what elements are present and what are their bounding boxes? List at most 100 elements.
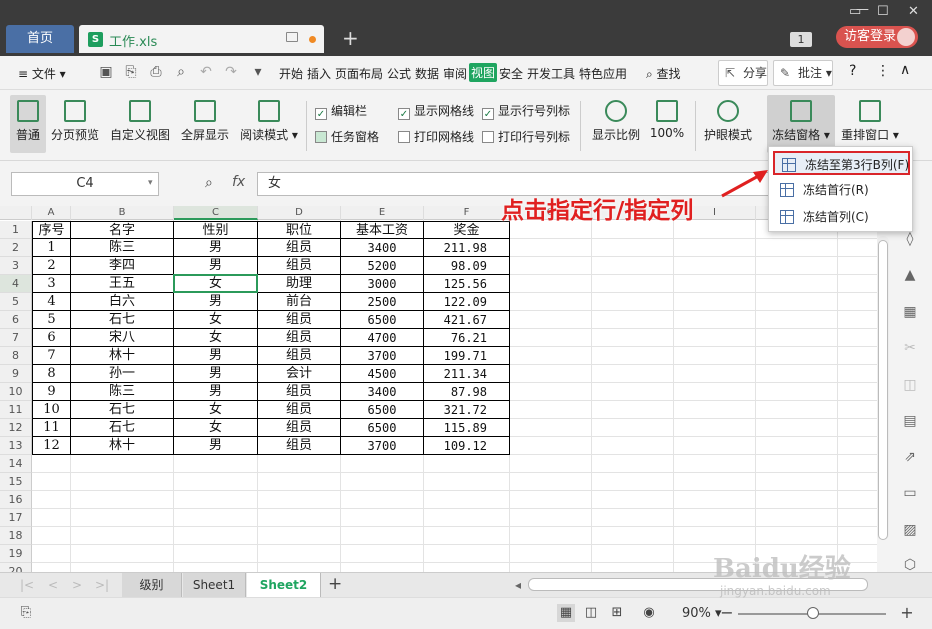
table-cell[interactable]: 6500 [341,311,424,329]
table-cell[interactable]: 组员 [258,311,341,329]
table-cell[interactable]: 3400 [341,383,424,401]
row-header-15[interactable]: 15 [0,473,32,491]
show-grid-checkbox[interactable]: ✓ 显示网格线 [398,102,474,120]
row-header-4[interactable]: 4 [0,275,32,293]
document-icon[interactable]: ▤ [901,412,919,430]
row-header-5[interactable]: 5 [0,293,32,311]
menu-item-data[interactable]: 数据 [415,65,439,82]
zoom-ratio-button[interactable]: 显示比例 [590,95,642,153]
menu-item-page-layout[interactable]: 页面布局 [335,65,383,82]
minimize-button[interactable]: — [856,2,869,17]
scroll-left-icon[interactable]: ◂ [515,578,521,592]
table-cell[interactable]: 女 [174,401,258,419]
table-cell[interactable]: 林十 [71,437,174,455]
table-icon[interactable]: ▦ [901,303,919,321]
table-cell[interactable]: 4700 [341,329,424,347]
menu-item-start[interactable]: 开始 [279,65,303,82]
row-header-12[interactable]: 12 [0,419,32,437]
add-sheet-button[interactable]: + [328,574,342,594]
column-title-cell[interactable]: 名字 [71,221,174,239]
table-cell[interactable]: 组员 [258,383,341,401]
column-title-cell[interactable]: 序号 [32,221,71,239]
window-count-badge[interactable]: 1 [790,32,812,47]
collapse-ribbon-button[interactable]: ∧ [900,62,910,78]
table-cell[interactable]: 陈三 [71,383,174,401]
row-header-10[interactable]: 10 [0,383,32,401]
table-cell[interactable]: 6500 [341,419,424,437]
custom-view-button[interactable]: 自定义视图 [109,95,171,153]
row-header-6[interactable]: 6 [0,311,32,329]
table-cell[interactable]: 组员 [258,239,341,257]
select-all-corner[interactable] [0,206,32,220]
table-cell[interactable]: 宋八 [71,329,174,347]
menu-item-security[interactable]: 安全 [499,65,523,82]
row-header-1[interactable]: 1 [0,221,32,239]
freeze-to-cell-option[interactable]: 冻结至第3行B列(F) [773,151,910,175]
table-cell[interactable]: 5 [32,311,71,329]
table-cell[interactable]: 421.67 [424,311,510,329]
save-icon[interactable]: ▣ [98,64,114,80]
table-cell[interactable]: 87.98 [424,383,510,401]
more-options-button[interactable]: ⋮ [876,63,890,79]
row-header-13[interactable]: 13 [0,437,32,455]
row-header-16[interactable]: 16 [0,491,32,509]
quick-access-more-icon[interactable]: ▾ [250,64,266,80]
vertical-scrollbar[interactable] [877,236,889,540]
table-cell[interactable]: 10 [32,401,71,419]
table-cell[interactable]: 组员 [258,347,341,365]
table-cell[interactable]: 8 [32,365,71,383]
menu-item-developer[interactable]: 开发工具 [527,65,575,82]
table-cell[interactable]: 115.89 [424,419,510,437]
page-layout-icon[interactable]: ◫ [582,604,600,622]
insert-function-button[interactable]: fx [232,174,245,190]
menu-item-special[interactable]: 特色应用 [579,65,627,82]
table-cell[interactable]: 组员 [258,257,341,275]
table-cell[interactable]: 前台 [258,293,341,311]
table-cell[interactable]: 109.12 [424,437,510,455]
table-cell[interactable]: 3700 [341,437,424,455]
table-cell[interactable]: 林十 [71,347,174,365]
table-cell[interactable]: 125.56 [424,275,510,293]
row-header-9[interactable]: 9 [0,365,32,383]
row-header-7[interactable]: 7 [0,329,32,347]
zoom-slider-handle[interactable] [807,607,819,619]
table-cell[interactable]: 2500 [341,293,424,311]
spreadsheet-grid[interactable]: ABCDEFGHIJK 1234567891011121314151617181… [0,206,920,581]
page-break-preview-button[interactable]: 分页预览 [50,95,100,153]
table-cell[interactable]: 女 [174,329,258,347]
column-title-cell[interactable]: 性别 [174,221,258,239]
menu-item-review[interactable]: 审阅 [443,65,467,82]
table-cell[interactable]: 3400 [341,239,424,257]
task-pane-checkbox[interactable]: 任务窗格 [315,128,379,145]
column-title-cell[interactable]: 奖金 [424,221,510,239]
file-menu[interactable]: ≡ 文件 ▾ [18,65,66,82]
freeze-first-row-option[interactable]: 冻结首行(R) [773,178,910,202]
row-header-18[interactable]: 18 [0,527,32,545]
table-cell[interactable]: 2 [32,257,71,275]
table-cell[interactable]: 11 [32,419,71,437]
table-cell[interactable]: 6 [32,329,71,347]
table-cell[interactable]: 女 [174,311,258,329]
zoom-out-button[interactable]: − [718,604,736,622]
share-out-icon[interactable]: ⇗ [901,448,919,466]
table-cell[interactable]: 石七 [71,311,174,329]
table-cell[interactable]: 5200 [341,257,424,275]
table-cell[interactable]: 组员 [258,419,341,437]
table-cell[interactable]: 组员 [258,401,341,419]
row-header-17[interactable]: 17 [0,509,32,527]
last-sheet-icon[interactable]: >| [95,578,109,592]
normal-view-icon[interactable]: ▦ [557,604,575,622]
backup-icon[interactable]: ◫ [901,376,919,394]
styles-icon[interactable]: ▲ [901,266,919,284]
zoom-in-button[interactable]: + [898,604,916,622]
table-cell[interactable]: 男 [174,293,258,311]
page-break-view-icon[interactable]: ⊞ [608,604,626,622]
table-cell[interactable]: 孙一 [71,365,174,383]
freeze-first-column-option[interactable]: 冻结首列(C) [773,205,910,229]
table-cell[interactable]: 陈三 [71,239,174,257]
table-cell[interactable]: 组员 [258,437,341,455]
reading-mode-button[interactable]: 阅读模式 ▾ [239,95,299,153]
column-header-d[interactable]: D [258,206,341,220]
print-preview-icon[interactable]: ⌕ [173,64,189,80]
table-cell[interactable]: 白六 [71,293,174,311]
